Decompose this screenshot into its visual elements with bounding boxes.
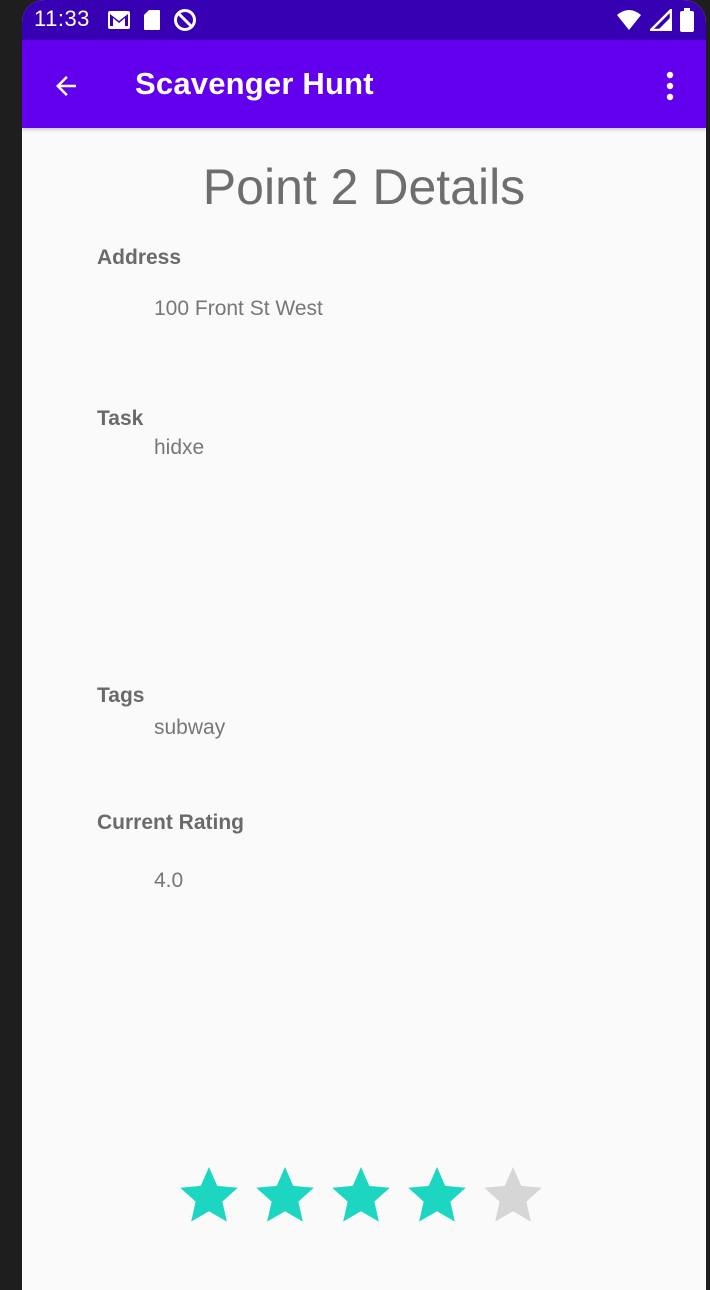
status-icons-left: [107, 8, 197, 32]
overflow-menu-button[interactable]: [652, 64, 688, 108]
star-filled-icon[interactable]: [329, 1163, 393, 1227]
current-rating-value: 4.0: [154, 869, 184, 892]
do-not-disturb-icon: [174, 9, 196, 31]
battery-icon: [680, 8, 694, 32]
status-time: 11:33: [34, 6, 90, 31]
page-title: Point 2 Details: [202, 159, 526, 215]
task-value: hidxe: [154, 436, 205, 459]
signal-icon: [650, 9, 672, 31]
sd-card-icon: [144, 10, 160, 30]
star-filled-icon[interactable]: [405, 1163, 469, 1227]
rating-bar[interactable]: [177, 1163, 545, 1227]
status-icons-right: [616, 8, 694, 32]
task-label: Task: [97, 407, 144, 430]
star-filled-icon[interactable]: [177, 1163, 241, 1227]
tags-value: subway: [154, 716, 226, 739]
device-frame: 11:33 Scavenger Hunt Point 2 Details Add…: [0, 0, 710, 1290]
arrow-back-icon: [56, 76, 76, 96]
app-bar: Scavenger Hunt: [22, 40, 706, 128]
back-button[interactable]: [44, 64, 88, 108]
screen: 11:33 Scavenger Hunt Point 2 Details Add…: [22, 0, 706, 1290]
tags-label: Tags: [97, 684, 145, 707]
current-rating-label: Current Rating: [97, 811, 244, 834]
star-empty-icon[interactable]: [481, 1163, 545, 1227]
status-bar: 11:33: [22, 0, 706, 40]
more-vert-icon: [666, 71, 674, 101]
gmail-icon: [108, 11, 130, 29]
address-label: Address: [97, 246, 182, 269]
star-filled-icon[interactable]: [253, 1163, 317, 1227]
wifi-icon: [617, 10, 641, 30]
app-title: Scavenger Hunt: [135, 66, 374, 101]
address-value: 100 Front St West: [154, 297, 323, 320]
